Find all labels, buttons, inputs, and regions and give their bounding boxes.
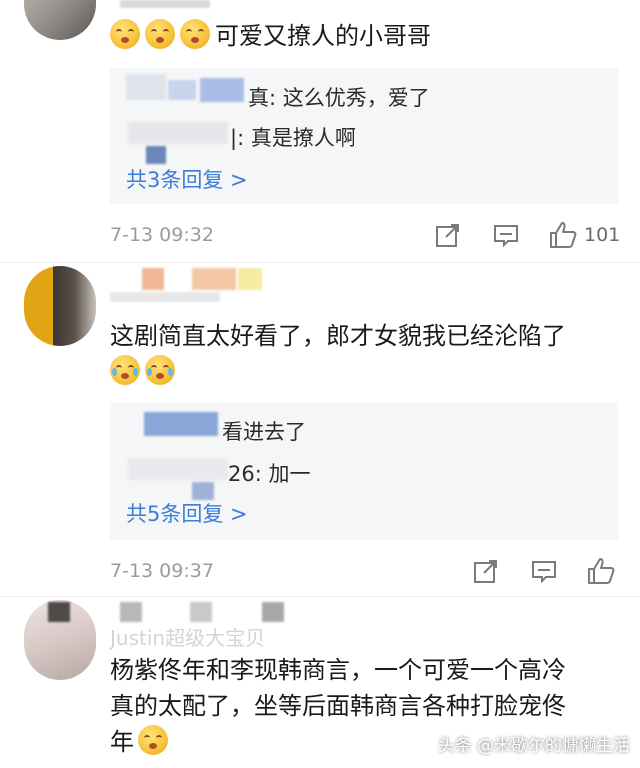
flushed-face-icon — [180, 19, 210, 49]
username-blurred — [120, 0, 210, 8]
reply-username-blurred — [200, 78, 244, 102]
comment-text: 年 — [110, 724, 173, 760]
comment-text: 可爱又撩人的小哥哥 — [110, 18, 431, 54]
share-button[interactable] — [434, 220, 462, 250]
crying-laughing-icon — [145, 355, 175, 385]
like-button[interactable] — [586, 556, 622, 586]
watermark: 头条 @米歇尔的慵懒生活 — [437, 736, 630, 756]
comment-time: 7-13 09:32 — [110, 224, 214, 246]
username-blurred — [190, 602, 212, 622]
reply-username-blurred — [128, 122, 228, 144]
comment-body: 年 — [110, 728, 134, 756]
comment-text: 这剧简直太好看了，郎才女貌我已经沦陷了 — [110, 322, 566, 350]
comment-text: 杨紫佟年和李现韩商言，一个可爱一个高冷 — [110, 656, 566, 684]
flushed-face-icon — [138, 725, 168, 755]
username-blurred — [192, 268, 236, 290]
reply-text: 真: 这么优秀，爱了 — [248, 86, 430, 110]
username-blurred — [262, 602, 284, 622]
reply-text: 26: 加一 — [228, 462, 311, 486]
comment-icon — [532, 561, 556, 584]
username-blurred — [238, 268, 262, 290]
comment-icon — [494, 225, 518, 248]
username[interactable]: Justin超级大宝贝 — [110, 622, 265, 651]
reply-username-blurred — [146, 146, 166, 164]
comment-button[interactable] — [492, 220, 520, 250]
divider — [0, 262, 640, 263]
comment-time: 7-13 09:37 — [110, 560, 214, 582]
like-count: 101 — [584, 224, 621, 246]
thumbs-up-icon — [588, 558, 615, 584]
avatar[interactable] — [24, 266, 96, 346]
reply-username-blurred — [144, 412, 218, 436]
thumbs-up-icon — [550, 222, 577, 248]
flushed-face-icon — [110, 19, 140, 49]
share-icon — [436, 224, 459, 247]
more-replies-link[interactable]: 共3条回复 > — [126, 164, 248, 194]
crying-laughing-icon — [110, 355, 140, 385]
reply-username-blurred — [126, 74, 166, 100]
more-replies-link[interactable]: 共5条回复 > — [126, 498, 248, 528]
flushed-face-icon — [145, 19, 175, 49]
comment-button[interactable] — [530, 556, 558, 586]
comment-text: 真的太配了，坐等后面韩商言各种打脸宠佟 — [110, 692, 566, 720]
share-icon — [474, 560, 497, 583]
share-button[interactable] — [472, 556, 500, 586]
comment-emoji-row — [110, 354, 180, 390]
username-blurred — [120, 602, 142, 622]
username-blurred — [48, 602, 70, 622]
like-button[interactable]: 101 — [548, 220, 620, 250]
username-blurred — [110, 292, 220, 302]
username-blurred — [142, 268, 164, 290]
reply-text: 看进去了 — [222, 420, 306, 444]
reply-username-blurred — [168, 80, 196, 100]
comment-body: 可爱又撩人的小哥哥 — [215, 22, 431, 50]
avatar[interactable] — [24, 0, 96, 40]
reply-username-blurred — [128, 458, 228, 480]
reply-text: |: 真是撩人啊 — [230, 126, 356, 150]
divider — [0, 596, 640, 597]
